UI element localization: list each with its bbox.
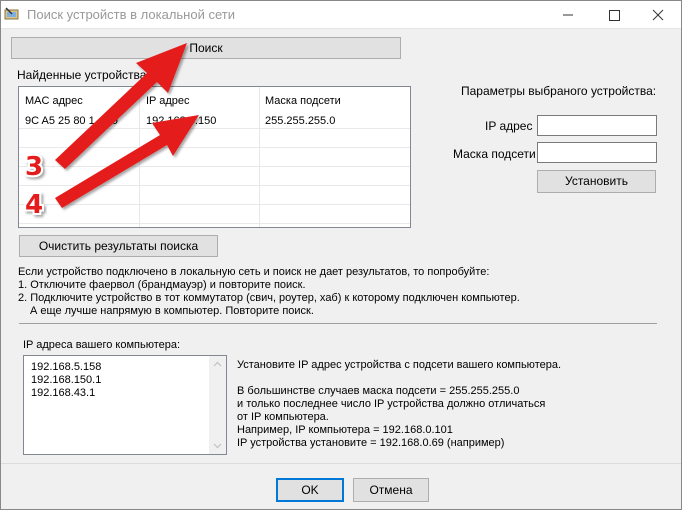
ip-address-input[interactable] (537, 115, 657, 136)
hint-line: и только последнее число IP устройства д… (237, 398, 546, 410)
found-devices-label: Найденные устройства (17, 68, 147, 82)
scroll-up-icon[interactable] (209, 356, 226, 373)
column-header-ip[interactable]: IP адрес (146, 95, 190, 107)
app-icon (4, 7, 19, 20)
column-header-mac[interactable]: MAC адрес (25, 95, 83, 107)
dialog-window: Поиск устройств в локальной сети Поиск Н… (0, 0, 682, 510)
row-divider (19, 185, 410, 186)
instructions-line: 1. Отключите фаервол (брандмауэр) и повт… (18, 279, 306, 291)
ok-button-label: OK (301, 483, 319, 497)
column-divider (259, 87, 260, 227)
row-divider (19, 128, 410, 129)
ip-address-label: IP адрес (485, 119, 533, 133)
vertical-scrollbar[interactable] (209, 356, 226, 454)
instructions-line: А еще лучше напрямую в компьютер. Повтор… (30, 305, 314, 317)
scroll-down-icon[interactable] (209, 437, 226, 454)
set-button-label: Установить (565, 174, 628, 188)
row-divider (19, 223, 410, 224)
list-item[interactable]: 192.168.150.1 (31, 374, 101, 386)
hint-line: IP устройства установите = 192.168.0.69 … (237, 437, 505, 449)
minimize-icon[interactable] (545, 1, 591, 29)
cancel-button-label: Отмена (369, 483, 413, 497)
pc-ips-listbox[interactable]: 192.168.5.158 192.168.150.1 192.168.43.1 (23, 355, 227, 455)
list-item[interactable]: 192.168.5.158 (31, 361, 101, 373)
row-divider (19, 204, 410, 205)
device-ip-cell[interactable]: 192.168.5.150 (146, 115, 216, 127)
devices-list[interactable]: MAC адрес IP адрес Маска подсети 9C A5 2… (18, 86, 411, 228)
subnet-hint: Установите IP адрес устройства с подсети… (237, 359, 561, 450)
row-divider (19, 166, 410, 167)
device-params-heading: Параметры выбраного устройства: (461, 84, 657, 98)
instructions: Если устройство подключено в локальную с… (18, 266, 520, 318)
cancel-button[interactable]: Отмена (353, 478, 429, 502)
separator-line (19, 323, 657, 324)
subnet-mask-label: Маска подсети (453, 147, 536, 161)
instructions-line: Если устройство подключено в локальную с… (18, 266, 490, 278)
set-button[interactable]: Установить (537, 170, 656, 193)
subnet-mask-input[interactable] (537, 142, 657, 163)
column-header-mask[interactable]: Маска подсети (265, 95, 341, 107)
row-divider (19, 147, 410, 148)
instructions-line: 2. Подключите устройство в тот коммутато… (18, 292, 520, 304)
maximize-icon[interactable] (591, 1, 637, 29)
clear-results-button[interactable]: Очистить результаты поиска (19, 235, 218, 257)
pc-ips-label: IP адреса вашего компьютера: (23, 339, 181, 351)
window-title: Поиск устройств в локальной сети (27, 7, 235, 22)
hint-line: Например, IP компьютера = 192.168.0.101 (237, 424, 453, 436)
search-button[interactable]: Поиск (11, 37, 401, 59)
hint-line: Установите IP адрес устройства с подсети… (237, 359, 562, 371)
list-item[interactable]: 192.168.43.1 (31, 387, 95, 399)
hint-line: от IP компьютера. (237, 411, 329, 423)
hint-line: В большинстве случаев маска подсети = 25… (237, 385, 520, 397)
device-mask-cell[interactable]: 255.255.255.0 (265, 115, 335, 127)
ok-button[interactable]: OK (276, 478, 344, 502)
close-icon[interactable] (635, 1, 681, 29)
column-divider (139, 87, 140, 227)
clear-results-label: Очистить результаты поиска (38, 239, 199, 253)
search-button-label: Поиск (189, 41, 223, 55)
device-mac-cell[interactable]: 9C A5 25 80 1_ D9 (25, 115, 118, 127)
dialog-footer: OK Отмена (1, 463, 681, 509)
title-bar: Поиск устройств в локальной сети (1, 1, 681, 29)
